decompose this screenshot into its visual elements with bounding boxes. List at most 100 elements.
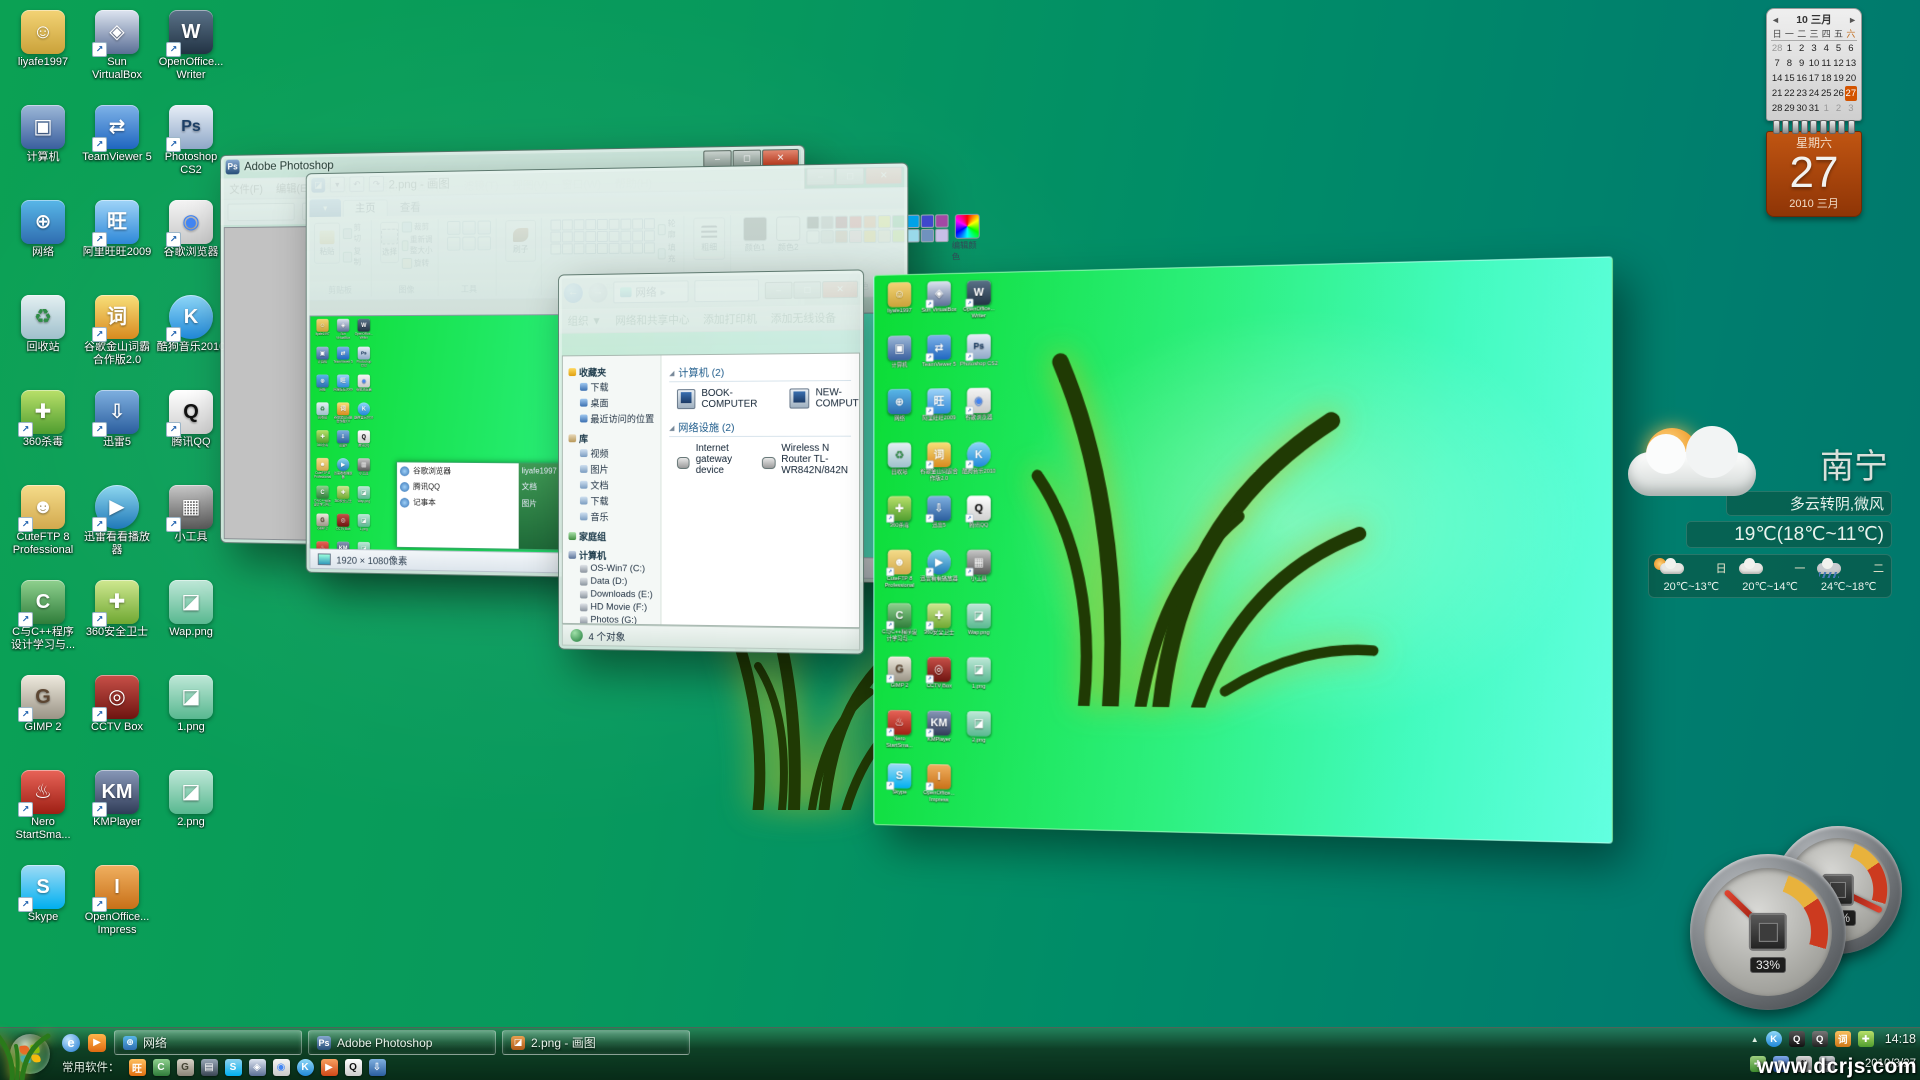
tray-icon[interactable]: ✚	[1858, 1031, 1874, 1047]
calendar-day[interactable]: 13	[1845, 56, 1857, 71]
nav-favorite-item[interactable]: 最近访问的位置	[569, 410, 661, 426]
ie-taskbar-icon[interactable]: e	[62, 1034, 80, 1052]
calendar-day[interactable]: 9	[1796, 56, 1808, 71]
calendar-day[interactable]: 14	[1771, 71, 1783, 86]
flip3d-desktop-layer[interactable]: ☺↗ liyafe1997 ▣↗ 计算机 ⊕↗ 网络 ♻↗ 回收站 ✚↗ 360…	[873, 256, 1612, 843]
weather-gadget[interactable]: 南宁 多云转阴,微风 19℃(18℃~11℃) 日 20℃~13℃ 一 20℃~…	[1648, 450, 1892, 598]
calendar-day[interactable]: 3	[1808, 41, 1820, 56]
network-device-item[interactable]: Wireless N Router TL-WR842N/842N	[762, 443, 859, 476]
nav-drive-item[interactable]: OS-Win7 (C:)	[569, 562, 661, 576]
quick-launch-icon[interactable]: ▤	[201, 1059, 218, 1076]
calendar-day[interactable]: 10	[1808, 56, 1820, 71]
calendar-next-icon[interactable]: ►	[1848, 15, 1857, 25]
task-button-icon: Ps	[317, 1036, 331, 1050]
nav-favorite-item[interactable]: 下载	[569, 378, 661, 394]
palette-color[interactable]	[921, 214, 934, 228]
homegroup-header[interactable]: 家庭组	[569, 529, 661, 543]
quick-launch-icon[interactable]: Q	[345, 1059, 362, 1076]
quick-launch-icon[interactable]: ▶	[321, 1059, 338, 1076]
quick-launch-icon[interactable]: K	[297, 1059, 314, 1076]
tray-icon[interactable]: Q	[1812, 1031, 1828, 1047]
calendar-day[interactable]: 29	[1783, 101, 1795, 116]
corner-grass-art	[0, 1028, 54, 1080]
calendar-day[interactable]: 25	[1820, 86, 1832, 101]
calendar-day[interactable]: 18	[1820, 71, 1832, 86]
quick-launch-icon[interactable]: C	[153, 1059, 170, 1076]
quick-launch-icon[interactable]: ◉	[273, 1059, 290, 1076]
calendar-day[interactable]: 23	[1796, 86, 1808, 101]
mini-desktop-icon: ◈↗ Sun VirtualBox	[920, 280, 959, 335]
quick-launch-icon[interactable]: ⇩	[369, 1059, 386, 1076]
calendar-day[interactable]: 11	[1820, 56, 1832, 71]
quick-launch-icon[interactable]: G	[177, 1059, 194, 1076]
calendar-day[interactable]: 12	[1832, 56, 1844, 71]
task-button[interactable]: ⊕ 网络	[114, 1030, 302, 1055]
tray-icon[interactable]: 词	[1835, 1031, 1851, 1047]
nav-drive-item[interactable]: Downloads (E:)	[569, 587, 661, 601]
nav-library-item[interactable]: 视频	[569, 445, 661, 461]
calendar-day[interactable]: 22	[1783, 86, 1795, 101]
cpu-meter-gadget[interactable]: 93% 33%	[1690, 826, 1910, 996]
tray-expand-icon[interactable]: ▲	[1751, 1035, 1759, 1044]
calendar-day[interactable]: 21	[1771, 86, 1783, 101]
network-device-item[interactable]: Internet gateway device	[677, 443, 744, 476]
calendar-day[interactable]: 31	[1808, 101, 1820, 116]
calendar-gadget[interactable]: ◄ 10 三月 ► 日一二三四五六 2812345678910111213141…	[1766, 8, 1862, 217]
calendar-day[interactable]: 17	[1808, 71, 1820, 86]
calendar-day[interactable]: 24	[1808, 86, 1820, 101]
tray-icon[interactable]: Q	[1789, 1031, 1805, 1047]
task-button-strip: ⊕ 网络 Ps Adobe Photoshop ◪ 2.png - 画图	[114, 1030, 690, 1055]
quick-launch-icon[interactable]: ◈	[249, 1059, 266, 1076]
calendar-day[interactable]: 3	[1845, 101, 1857, 116]
computer-header[interactable]: 计算机	[569, 548, 661, 563]
forecast-temps: 20℃~13℃	[1654, 580, 1729, 593]
nav-library-item[interactable]: 图片	[569, 461, 661, 477]
network-computer-item[interactable]: BOOK-COMPUTER	[677, 388, 764, 411]
nav-drive-item[interactable]: Data (D:)	[569, 575, 661, 589]
group-header-devices[interactable]: ◢ 网络设施 (2)	[669, 419, 851, 437]
task-button[interactable]: Ps Adobe Photoshop	[308, 1030, 496, 1055]
calendar-day[interactable]: 28	[1771, 101, 1783, 116]
calendar-day[interactable]: 20	[1845, 71, 1857, 86]
media-player-taskbar-icon[interactable]: ▶	[88, 1034, 106, 1052]
group-header-computers[interactable]: ◢ 计算机 (2)	[669, 364, 851, 383]
calendar-day[interactable]: 8	[1783, 56, 1795, 71]
calendar-day[interactable]: 5	[1832, 41, 1844, 56]
nav-library-item[interactable]: 下载	[569, 493, 661, 509]
calendar-day[interactable]: 19	[1832, 71, 1844, 86]
calendar-day[interactable]: 2	[1832, 101, 1844, 116]
window-explorer-network[interactable]: ← → 网络 ▸ – ◻ ✕ 组织 ▼网络和共享中心添加打印机添加无线设备	[558, 269, 864, 654]
calendar-day[interactable]: 1	[1820, 101, 1832, 116]
edit-colors-button[interactable]: 编辑颜色	[952, 214, 983, 263]
calendar-day[interactable]: 6	[1845, 41, 1857, 56]
calendar-day[interactable]: 26	[1832, 86, 1844, 101]
libraries-header[interactable]: 库	[569, 431, 661, 445]
calendar-day[interactable]: 4	[1820, 41, 1832, 56]
favorites-header[interactable]: 收藏夹	[569, 364, 661, 379]
calendar-day[interactable]: 15	[1783, 71, 1795, 86]
calendar-day[interactable]: 16	[1796, 71, 1808, 86]
tray-icon[interactable]: K	[1766, 1031, 1782, 1047]
nav-library-item[interactable]: 文档	[569, 477, 661, 493]
nav-drive-item[interactable]: HD Movie (F:)	[569, 600, 661, 614]
calendar-day[interactable]: 27	[1845, 86, 1857, 101]
calendar-day[interactable]: 28	[1771, 41, 1783, 56]
palette-color[interactable]	[935, 214, 948, 228]
nav-drive-item[interactable]: Photos (G:)	[569, 613, 661, 624]
canvas-mini-icon: ▦ 小工具	[354, 458, 374, 486]
taskbar-clock[interactable]: 14:18	[1885, 1032, 1916, 1046]
calendar-day[interactable]: 1	[1783, 41, 1795, 56]
palette-color[interactable]	[921, 229, 934, 243]
network-computer-item[interactable]: NEW-COMPUTER	[790, 387, 859, 410]
calendar-day[interactable]: 30	[1796, 101, 1808, 116]
calendar-prev-icon[interactable]: ◄	[1771, 15, 1780, 25]
nav-library-item[interactable]: 音乐	[569, 508, 661, 524]
calendar-day[interactable]: 7	[1771, 56, 1783, 71]
nav-favorite-item[interactable]: 桌面	[569, 394, 661, 410]
quick-launch-icon[interactable]: 旺	[129, 1059, 146, 1076]
quick-launch-icon[interactable]: S	[225, 1059, 242, 1076]
calendar-day[interactable]: 2	[1796, 41, 1808, 56]
task-button[interactable]: ◪ 2.png - 画图	[502, 1030, 690, 1055]
router-icon	[762, 456, 775, 468]
palette-color[interactable]	[935, 229, 948, 243]
